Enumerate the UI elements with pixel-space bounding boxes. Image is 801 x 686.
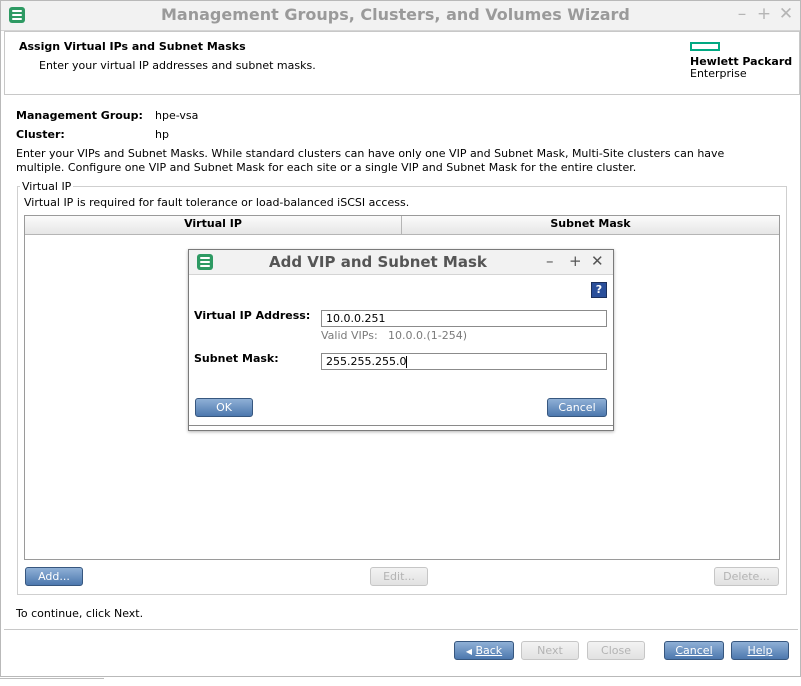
- dialog-close-icon[interactable]: ✕: [591, 252, 604, 270]
- dialog-cancel-button[interactable]: Cancel: [547, 398, 607, 417]
- cluster-label: Cluster:: [16, 128, 65, 141]
- help-label: Help: [747, 644, 773, 657]
- vip-address-label: Virtual IP Address:: [194, 309, 311, 322]
- dialog-ok-button[interactable]: OK: [195, 398, 253, 417]
- help-button[interactable]: Help: [731, 641, 789, 660]
- back-arrow-icon: ◀: [465, 647, 472, 656]
- description-line-1: Enter your VIPs and Subnet Masks. While …: [16, 147, 725, 160]
- footer-separator: [4, 629, 798, 630]
- add-vip-dialog: Add VIP and Subnet Mask – + ✕ ? Virtual …: [188, 249, 614, 431]
- step-heading: Assign Virtual IPs and Subnet Masks: [19, 40, 246, 53]
- taskbar-edge: [0, 678, 104, 681]
- hpe-logo-icon: [690, 42, 720, 51]
- close-button[interactable]: Close: [587, 641, 645, 660]
- management-group-label: Management Group:: [16, 109, 143, 122]
- description-line-2: multiple. Configure one VIP and Subnet M…: [16, 161, 637, 174]
- minimize-icon[interactable]: –: [733, 5, 751, 23]
- delete-button[interactable]: Delete...: [714, 567, 779, 586]
- cancel-button[interactable]: Cancel: [664, 641, 724, 660]
- logo-text-2: Enterprise: [690, 67, 747, 80]
- column-header-virtual-ip[interactable]: Virtual IP: [25, 217, 401, 230]
- subnet-mask-label: Subnet Mask:: [194, 352, 279, 365]
- dialog-app-icon: [197, 254, 213, 270]
- maximize-icon[interactable]: +: [755, 5, 773, 23]
- management-group-value: hpe-vsa: [155, 109, 199, 122]
- continue-hint: To continue, click Next.: [16, 607, 144, 620]
- valid-vips-value: 10.0.0.(1-254): [388, 329, 468, 342]
- step-subheading: Enter your virtual IP addresses and subn…: [39, 59, 316, 72]
- dialog-minimize-icon[interactable]: –: [546, 252, 554, 270]
- cluster-value: hp: [155, 128, 169, 141]
- valid-vips-label: Valid VIPs:: [321, 329, 378, 342]
- back-button[interactable]: ◀ Back: [454, 641, 514, 660]
- vip-address-input[interactable]: 10.0.0.251: [321, 310, 607, 327]
- title-bar: Management Groups, Clusters, and Volumes…: [1, 1, 800, 31]
- subnet-mask-value: 255.255.255.0: [326, 355, 407, 368]
- dialog-bottom-rule: [189, 425, 613, 426]
- edit-button[interactable]: Edit...: [370, 567, 428, 586]
- dialog-title: Add VIP and Subnet Mask: [269, 253, 487, 271]
- cancel-label: Cancel: [675, 644, 713, 657]
- column-header-subnet-mask[interactable]: Subnet Mask: [402, 217, 779, 230]
- app-database-icon: [9, 7, 25, 23]
- next-button[interactable]: Next: [521, 641, 579, 660]
- virtual-ip-note: Virtual IP is required for fault toleran…: [24, 196, 410, 209]
- window-title: Management Groups, Clusters, and Volumes…: [161, 5, 630, 24]
- subnet-mask-input[interactable]: 255.255.255.0: [321, 353, 607, 370]
- help-icon[interactable]: ?: [591, 282, 607, 298]
- close-icon[interactable]: ✕: [777, 5, 795, 23]
- dialog-maximize-icon[interactable]: +: [569, 252, 582, 270]
- add-button[interactable]: Add...: [25, 567, 83, 586]
- text-cursor: [406, 356, 408, 368]
- back-label: Back: [475, 644, 503, 657]
- virtual-ip-legend: Virtual IP: [20, 180, 74, 193]
